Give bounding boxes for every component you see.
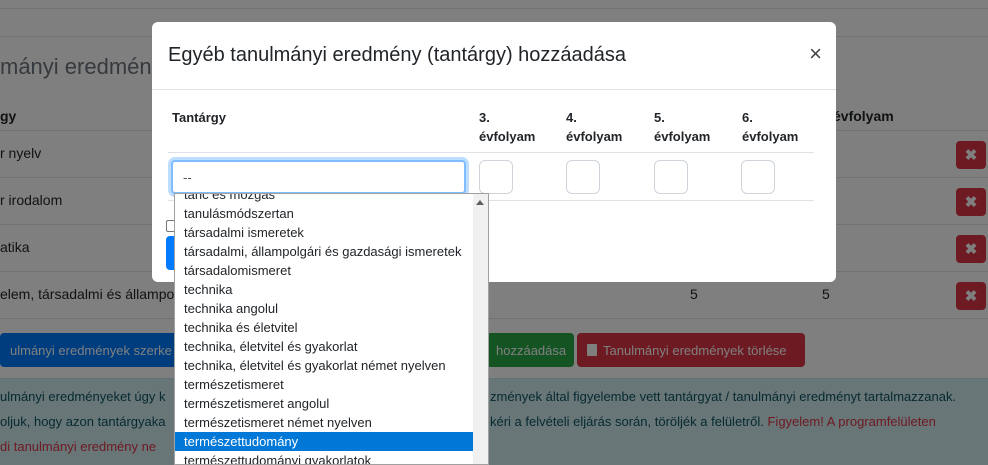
column-header-label: évfolyam [479, 129, 536, 144]
dropdown-option[interactable]: társadalomismeret [175, 261, 488, 280]
column-header-label: évfolyam [566, 129, 623, 144]
column-header-number: 6. [742, 110, 753, 125]
dropdown-option[interactable]: technika, életvitel és gyakorlat [175, 337, 488, 356]
dropdown-option[interactable]: természetismeret német nyelven [175, 413, 488, 432]
chevron-up-icon[interactable] [476, 200, 484, 205]
dropdown-option[interactable]: természetismeret [175, 375, 488, 394]
dropdown-option[interactable]: tanulásmódszertan [175, 204, 488, 223]
dropdown-option[interactable]: természetismeret angolul [175, 394, 488, 413]
dropdown-option[interactable]: technika, életvitel és gyakorlat német n… [175, 356, 488, 375]
grade-5-input[interactable] [654, 160, 688, 194]
column-header-number: 4. [566, 110, 577, 125]
dropdown-option-selected[interactable]: természettudomány [175, 432, 488, 451]
column-header-subject: Tantárgy [172, 110, 226, 125]
column-header-number: 5. [654, 110, 665, 125]
column-header-grade-4: 4. évfolyam [566, 108, 622, 146]
column-header-grade-3: 3. évfolyam [479, 108, 535, 146]
column-header-label: évfolyam [742, 129, 799, 144]
column-header-grade-5: 5. évfolyam [654, 108, 710, 146]
subject-select[interactable]: -- [171, 160, 466, 194]
column-header-label: évfolyam [654, 129, 711, 144]
subject-dropdown-list: tánc és mozgás tanulásmódszertan társada… [174, 193, 489, 465]
dropdown-option[interactable]: természettudományi gyakorlatok [175, 451, 488, 464]
modal-title: Egyéb tanulmányi eredmény (tantárgy) hoz… [168, 44, 627, 66]
dropdown-option[interactable]: társadalmi, állampolgári és gazdasági is… [175, 242, 488, 261]
dropdown-option[interactable]: technika és életvitel [175, 318, 488, 337]
column-header-grade-6: 6. évfolyam [742, 108, 798, 146]
column-header-number: 3. [479, 110, 490, 125]
dropdown-option[interactable]: tánc és mozgás [175, 194, 488, 204]
dropdown-option[interactable]: technika [175, 280, 488, 299]
grade-4-input[interactable] [566, 160, 600, 194]
modal-header: Egyéb tanulmányi eredmény (tantárgy) hoz… [152, 22, 836, 90]
divider [168, 152, 814, 153]
grade-6-input[interactable] [741, 160, 775, 194]
dropdown-option[interactable]: társadalmi ismeretek [175, 223, 488, 242]
grade-3-input[interactable] [479, 160, 513, 194]
dropdown-scrollbar[interactable] [473, 194, 488, 464]
dropdown-option[interactable]: technika angolul [175, 299, 488, 318]
close-icon[interactable]: × [809, 43, 822, 65]
